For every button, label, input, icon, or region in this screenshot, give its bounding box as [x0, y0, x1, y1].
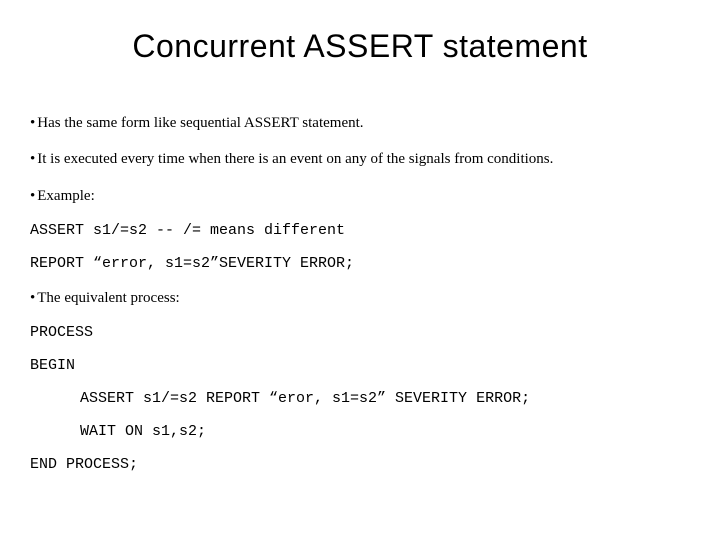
code-line-assert: ASSERT s1/=s2 -- /= means different — [30, 222, 690, 239]
bullet-text: Has the same form like sequential ASSERT… — [37, 115, 363, 131]
bullet-mark: • — [30, 288, 35, 308]
code-line-begin: BEGIN — [30, 357, 690, 374]
code-line-body-assert: ASSERT s1/=s2 REPORT “eror, s1=s2” SEVER… — [30, 390, 690, 407]
code-line-process: PROCESS — [30, 324, 690, 341]
bullet-text: It is executed every time when there is … — [37, 151, 553, 167]
bullet-mark: • — [30, 186, 35, 206]
code-line-end: END PROCESS; — [30, 456, 690, 473]
code-line-report: REPORT “error, s1=s2”SEVERITY ERROR; — [30, 255, 690, 272]
bullet-item-1: •Has the same form like sequential ASSER… — [30, 113, 690, 133]
bullet-item-4: •The equivalent process: — [30, 288, 690, 308]
bullet-text: Example: — [37, 188, 94, 204]
bullet-mark: • — [30, 149, 35, 169]
bullet-item-2: •It is executed every time when there is… — [30, 149, 690, 169]
code-line-body-wait: WAIT ON s1,s2; — [30, 423, 690, 440]
slide-title: Concurrent ASSERT statement — [30, 28, 690, 65]
bullet-item-3: •Example: — [30, 186, 690, 206]
bullet-text: The equivalent process: — [37, 290, 179, 306]
bullet-mark: • — [30, 113, 35, 133]
